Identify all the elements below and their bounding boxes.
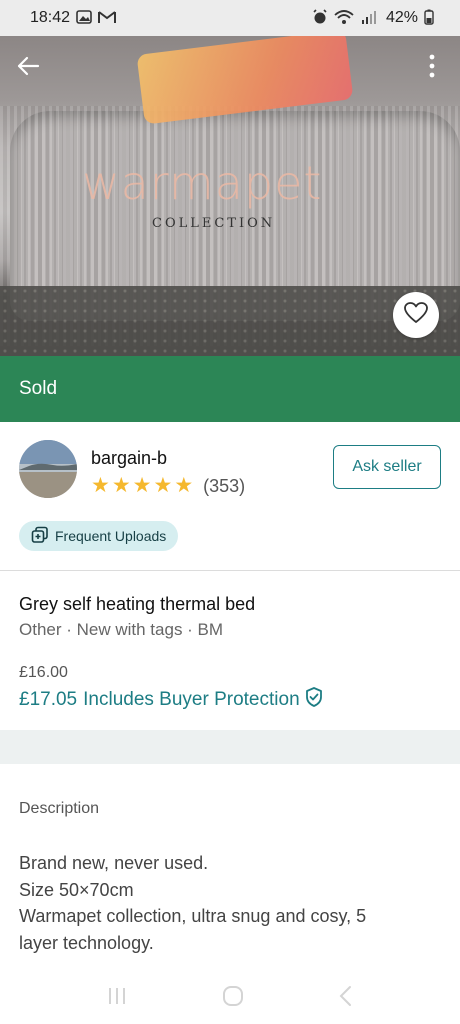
- badge-label: Frequent Uploads: [55, 528, 167, 544]
- description-line: Brand new, never used.: [19, 853, 209, 873]
- photo-base: [0, 286, 460, 356]
- star-icon: ★: [91, 474, 110, 497]
- sold-banner: Sold: [0, 356, 460, 422]
- status-time: 18:42: [30, 9, 71, 26]
- top-actions: [0, 36, 460, 96]
- section-separator: [0, 730, 460, 764]
- back-nav-icon[interactable]: [338, 985, 354, 1012]
- description-line: Warmapet collection, ultra snug and cosy…: [19, 906, 367, 926]
- wifi-icon: [334, 9, 354, 28]
- signal-icon: [360, 9, 380, 28]
- review-count[interactable]: (353): [203, 476, 245, 497]
- description-heading: Description: [19, 800, 100, 817]
- star-icon: ★: [174, 474, 194, 497]
- heart-icon: [403, 301, 429, 330]
- star-icon: ★: [132, 474, 152, 497]
- description-line: layer technology.: [19, 932, 154, 953]
- seller-section: bargain-b ★ ★ ★ ★ ★ (353) Ask seller: [0, 440, 460, 512]
- shield-check-icon: [304, 686, 324, 714]
- seller-avatar[interactable]: [19, 440, 77, 498]
- item-meta: Other · New with tags · BM: [19, 620, 224, 639]
- buyer-protection-row[interactable]: £17.05 Includes Buyer Protection: [19, 686, 324, 714]
- gmail-icon: [98, 10, 117, 27]
- buyer-protection-label: Includes Buyer Protection: [83, 689, 300, 710]
- status-bar: 18:42 42%: [0, 0, 460, 36]
- recent-apps-icon[interactable]: [106, 986, 128, 1011]
- item-price: £16.00: [19, 664, 68, 681]
- home-icon[interactable]: [221, 984, 245, 1013]
- more-options-icon[interactable]: [422, 50, 442, 82]
- gallery-icon: [76, 9, 92, 27]
- star-icon: ★: [111, 474, 131, 497]
- photo-brand-text: warmapet: [82, 156, 323, 210]
- photo-sub-brand-text: COLLECTION: [152, 216, 276, 231]
- battery-icon: [424, 9, 434, 28]
- ask-seller-button[interactable]: Ask seller: [333, 445, 441, 489]
- description-line: Size 50×70cm: [19, 879, 134, 900]
- uploads-icon: [31, 526, 49, 547]
- seller-rating: ★ ★ ★ ★ ★ (353): [91, 474, 245, 498]
- section-divider: [0, 570, 460, 571]
- item-title: Grey self heating thermal bed: [19, 594, 256, 614]
- sold-label: Sold: [19, 378, 58, 399]
- alarm-icon: [312, 8, 328, 28]
- frequent-uploads-badge: Frequent Uploads: [19, 521, 179, 551]
- star-icon: ★: [153, 474, 173, 497]
- system-nav-bar: [0, 972, 460, 1024]
- seller-name[interactable]: bargain-b: [91, 448, 167, 469]
- total-price: £17.05: [19, 689, 78, 710]
- description-body: Brand new, never used. Size 50×70cm Warm…: [19, 850, 439, 956]
- battery-percent: 42%: [385, 9, 418, 26]
- favourite-button[interactable]: [393, 292, 439, 338]
- back-arrow-icon[interactable]: [12, 50, 44, 82]
